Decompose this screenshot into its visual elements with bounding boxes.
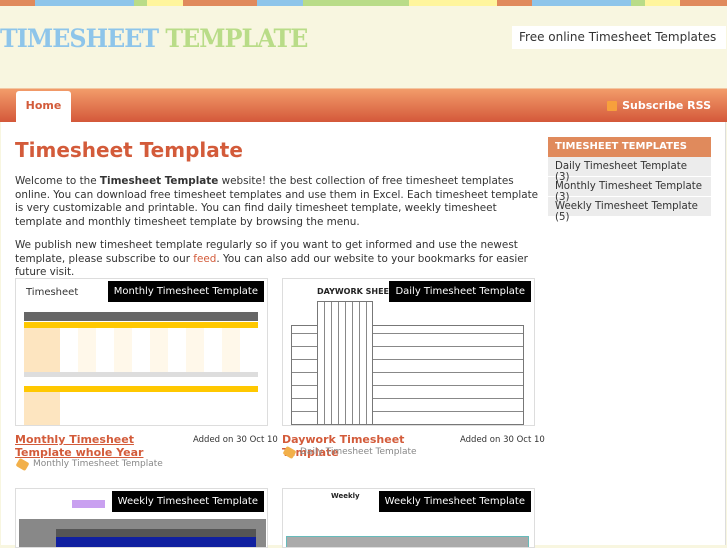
divider [725, 122, 726, 545]
post-thumbnail[interactable]: Weekly Timesheet Template Weekly [282, 488, 535, 548]
category-badge: Weekly Timesheet Template [378, 491, 531, 512]
intro-paragraph: Welcome to the Timesheet Template websit… [15, 175, 539, 228]
category-badge: Monthly Timesheet Template [107, 281, 264, 302]
color-stripe [0, 0, 727, 6]
subscribe-paragraph: We publish new timesheet template regula… [15, 239, 528, 278]
tag-icon [282, 445, 297, 459]
sidebar-item-weekly[interactable]: Weekly Timesheet Template (5) [548, 197, 711, 223]
post-title-link[interactable]: Monthly Timesheet Template whole Year [15, 433, 190, 459]
subscribe-rss-link[interactable]: Subscribe RSS [607, 99, 711, 112]
site-tagline: Free online Timesheet Templates [512, 26, 726, 49]
sidebar-item-monthly[interactable]: Monthly Timesheet Template (3) [548, 177, 711, 203]
post-date: Added on 30 Oct 10 [460, 435, 545, 445]
sidebar-categories: TIMESHEET TEMPLATES Daily Timesheet Temp… [548, 137, 711, 223]
nav-bar: Home Subscribe RSS [0, 88, 727, 124]
post-thumbnail[interactable]: Timesheet Monthly Timesheet Template [15, 278, 268, 426]
category-badge: Weekly Timesheet Template [111, 491, 264, 512]
feed-link[interactable]: feed [193, 253, 216, 265]
post-category[interactable]: Daily Timesheet Template [282, 445, 417, 459]
tag-icon [15, 457, 30, 471]
post-thumbnail[interactable]: DAYWORK SHEET Daily Timesheet Template [282, 278, 535, 426]
page-title: Timesheet Template [15, 138, 243, 162]
sidebar-heading: TIMESHEET TEMPLATES [548, 137, 711, 157]
site-logo[interactable]: TIMESHEET TEMPLATE [0, 24, 308, 53]
post-date: Added on 30 Oct 10 [193, 435, 278, 445]
thumb-heading: Weekly [331, 492, 360, 500]
category-badge: Daily Timesheet Template [389, 281, 531, 302]
post-category[interactable]: Monthly Timesheet Template [15, 457, 163, 471]
post-thumbnail[interactable]: Weekly Timesheet Template [15, 488, 268, 548]
thumb-heading: DAYWORK SHEET [317, 287, 395, 296]
rss-icon [607, 100, 618, 111]
sidebar-item-daily[interactable]: Daily Timesheet Template (3) [548, 157, 711, 183]
nav-home[interactable]: Home [16, 91, 71, 124]
